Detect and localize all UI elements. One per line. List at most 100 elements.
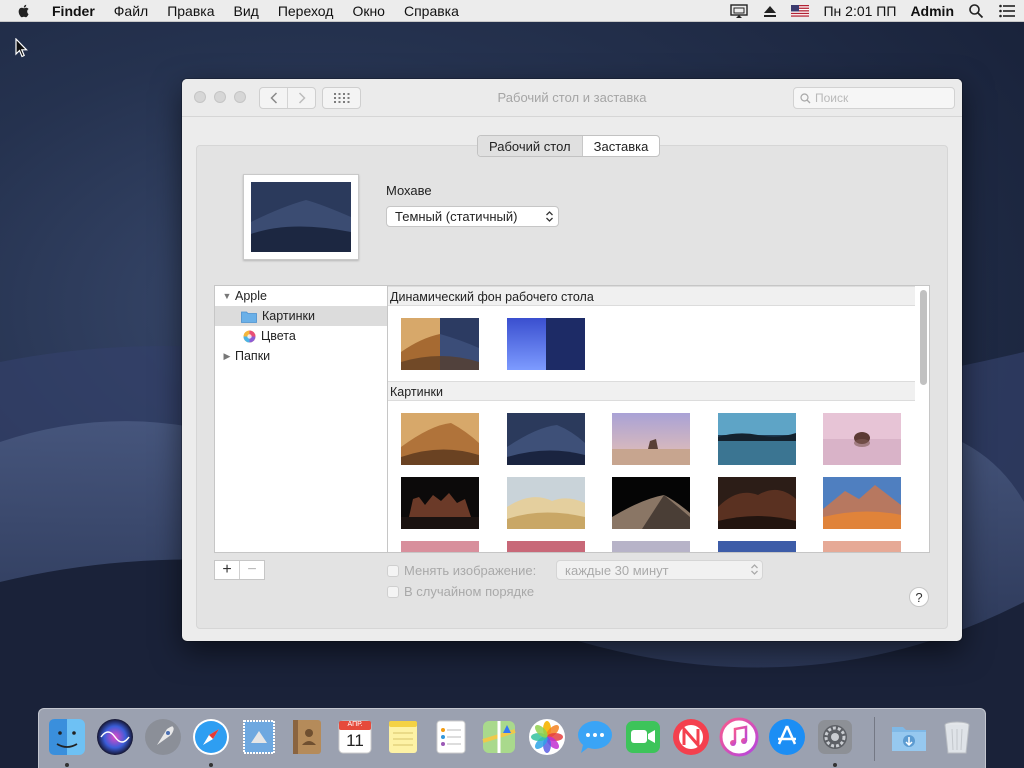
change-picture-checkbox[interactable] <box>387 564 399 577</box>
menu-edit[interactable]: Правка <box>167 3 214 19</box>
search-field[interactable] <box>793 87 955 109</box>
dock-facetime[interactable] <box>623 717 663 757</box>
dock-news[interactable] <box>671 717 711 757</box>
eject-icon[interactable] <box>763 3 777 19</box>
trash-icon <box>944 721 970 754</box>
grid-scrollbar[interactable] <box>920 290 927 385</box>
dock-app-store[interactable] <box>767 717 807 757</box>
dock-system-preferences[interactable] <box>815 717 855 757</box>
dock-launchpad[interactable] <box>143 717 183 757</box>
wallpaper-thumb-pink-sky[interactable] <box>401 541 479 552</box>
dock-separator <box>874 717 875 761</box>
dock-notes[interactable] <box>383 717 423 757</box>
contacts-book-icon <box>293 720 321 754</box>
menu-help[interactable]: Справка <box>404 3 459 19</box>
wallpaper-thumb-high-sierra[interactable] <box>823 477 901 529</box>
source-item-folders[interactable]: ▶ Папки <box>215 346 387 366</box>
disclosure-triangle-open-icon[interactable]: ▼ <box>222 291 232 301</box>
running-indicator <box>833 763 837 767</box>
random-order-checkbox[interactable] <box>387 585 399 598</box>
mail-stamp-icon <box>243 720 275 754</box>
menu-go[interactable]: Переход <box>278 3 334 19</box>
dock-finder[interactable] <box>47 717 87 757</box>
dock-reminders[interactable] <box>431 717 471 757</box>
menu-bar: Finder Файл Правка Вид Переход Окно Спра… <box>0 0 1024 22</box>
wallpaper-style-select[interactable]: Темный (статичный) <box>386 206 559 227</box>
running-indicator <box>209 763 213 767</box>
apple-icon[interactable] <box>16 3 32 19</box>
source-item-pictures[interactable]: Картинки <box>215 306 387 326</box>
menubar-clock[interactable]: Пн 2:01 ПП <box>823 3 896 19</box>
source-item-apple[interactable]: ▼ Apple <box>215 286 387 306</box>
wallpaper-thumb-desert-rock[interactable] <box>612 413 690 465</box>
wallpaper-thumb-canyon-forest[interactable] <box>718 477 796 529</box>
wallpaper-thumb-sunset[interactable] <box>507 541 585 552</box>
finder-icon <box>49 719 85 755</box>
us-flag-icon[interactable] <box>791 3 810 19</box>
remove-folder-button[interactable]: − <box>239 561 264 579</box>
window-titlebar[interactable]: Рабочий стол и заставка <box>182 79 962 117</box>
wallpaper-thumb-solar-gradient[interactable] <box>507 318 585 370</box>
photos-icon <box>529 719 565 755</box>
color-wheel-icon <box>243 330 256 342</box>
wallpaper-thumb-mojave-night[interactable] <box>507 413 585 465</box>
messages-icon <box>578 721 612 753</box>
downloads-folder-icon <box>892 727 926 751</box>
folder-icon <box>241 311 257 323</box>
add-folder-button[interactable]: + <box>215 561 239 579</box>
disclosure-triangle-closed-icon[interactable]: ▶ <box>222 351 232 362</box>
calendar-day: 11 <box>346 731 364 750</box>
menu-file[interactable]: Файл <box>114 3 148 19</box>
news-icon <box>673 719 709 755</box>
wallpaper-thumb-lake-dusk[interactable] <box>718 413 796 465</box>
dock-siri[interactable] <box>95 717 135 757</box>
dock-safari[interactable] <box>191 717 231 757</box>
dock-maps[interactable] <box>479 717 519 757</box>
wallpaper-style-value: Темный (статичный) <box>395 209 518 224</box>
wallpaper-thumb-ocean[interactable] <box>718 541 796 552</box>
dock-trash[interactable] <box>937 717 977 757</box>
wallpaper-thumb-peach[interactable] <box>823 541 901 552</box>
music-note-icon <box>719 717 759 757</box>
interval-select[interactable]: каждые 30 минут <box>556 560 763 580</box>
search-icon <box>800 92 811 103</box>
wallpaper-thumb-mojave-dynamic[interactable] <box>401 318 479 370</box>
menu-app-finder[interactable]: Finder <box>52 3 95 19</box>
menu-window[interactable]: Окно <box>352 3 385 19</box>
tab-desktop[interactable]: Рабочий стол <box>478 136 582 156</box>
dock-mail[interactable] <box>239 717 279 757</box>
dock-calendar[interactable]: АПР. 11 <box>335 717 375 757</box>
wallpaper-thumb-sand-dunes[interactable] <box>507 477 585 529</box>
display-mirror-icon[interactable] <box>729 3 749 19</box>
dock-itunes[interactable] <box>719 717 759 757</box>
notification-center-icon[interactable] <box>998 3 1016 19</box>
dock-downloads[interactable] <box>889 717 929 757</box>
change-picture-option[interactable]: Менять изображение: <box>387 563 536 578</box>
wallpaper-thumb-salt-flat-rock[interactable] <box>823 413 901 465</box>
tab-screensaver[interactable]: Заставка <box>581 136 660 156</box>
dock-messages[interactable] <box>575 717 615 757</box>
help-button[interactable]: ? <box>909 587 929 607</box>
facetime-icon <box>626 721 660 753</box>
dock-photos[interactable] <box>527 717 567 757</box>
search-input[interactable] <box>815 91 945 105</box>
wallpaper-name: Мохаве <box>386 183 432 198</box>
wallpaper-grid[interactable]: Динамический фон рабочего стола Картинки <box>387 285 930 553</box>
dock-contacts[interactable] <box>287 717 327 757</box>
calendar-month: АПР. <box>347 721 363 728</box>
wallpaper-thumb-dark-dune[interactable] <box>612 477 690 529</box>
wallpaper-thumb-cloud[interactable] <box>612 541 690 552</box>
random-order-option[interactable]: В случайном порядке <box>387 584 534 599</box>
menu-view[interactable]: Вид <box>234 3 259 19</box>
gear-icon <box>818 720 852 754</box>
section-header-pictures: Картинки <box>388 381 915 401</box>
wallpaper-thumb-city-night[interactable] <box>401 477 479 529</box>
wallpaper-thumb-mojave-day[interactable] <box>401 413 479 465</box>
menubar-user[interactable]: Admin <box>910 3 954 19</box>
mouse-cursor-icon <box>15 38 28 58</box>
section-header-dynamic: Динамический фон рабочего стола <box>388 286 915 306</box>
source-item-colors[interactable]: Цвета <box>215 326 387 346</box>
updown-chevron-icon <box>546 211 553 222</box>
interval-value: каждые 30 минут <box>565 562 669 578</box>
spotlight-icon[interactable] <box>968 3 984 19</box>
